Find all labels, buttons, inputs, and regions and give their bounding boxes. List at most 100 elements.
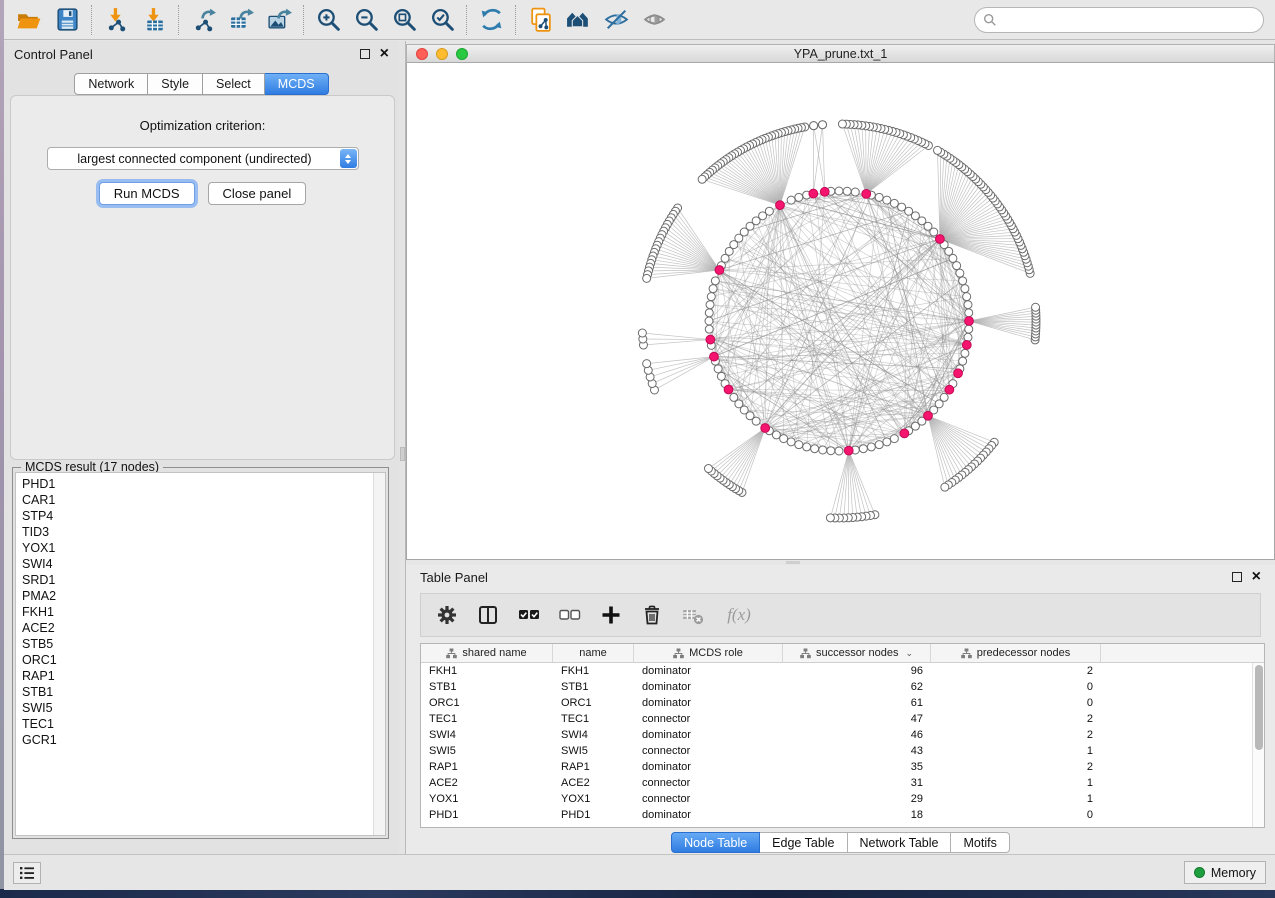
result-list-item[interactable]: CAR1 [22, 492, 371, 508]
mcds-result-group: MCDS result (17 nodes) PHD1CAR1STP4TID3Y… [12, 467, 389, 839]
tab-motifs[interactable]: Motifs [951, 832, 1009, 853]
mcds-result-list[interactable]: PHD1CAR1STP4TID3YOX1SWI4SRD1PMA2FKH1ACE2… [15, 472, 386, 836]
vertical-splitter[interactable] [399, 41, 406, 854]
network-window-titlebar[interactable]: YPA_prune.txt_1 [406, 44, 1275, 63]
table-cell: PHD1 [553, 809, 634, 821]
table-scrollbar[interactable] [1252, 663, 1264, 827]
tab-edge-table[interactable]: Edge Table [760, 832, 847, 853]
float-panel-icon[interactable] [360, 49, 370, 59]
table-row[interactable]: ORC1ORC1dominator610 [421, 695, 1264, 711]
result-list-item[interactable]: RAP1 [22, 668, 371, 684]
tab-network-table[interactable]: Network Table [848, 832, 952, 853]
table-toolbar: f(x) [420, 593, 1261, 637]
result-list-item[interactable]: PHD1 [22, 476, 371, 492]
export-network-icon [190, 6, 217, 33]
result-list-item[interactable]: SWI4 [22, 556, 371, 572]
open-file-button[interactable] [10, 4, 48, 36]
result-list-item[interactable]: YOX1 [22, 540, 371, 556]
column-header-shared-name[interactable]: shared name [421, 644, 553, 662]
import-table-button[interactable] [135, 4, 173, 36]
table-row[interactable]: YOX1YOX1connector291 [421, 791, 1264, 807]
export-network-button[interactable] [184, 4, 222, 36]
table-cell: 1 [931, 777, 1101, 789]
float-table-panel-icon[interactable] [1232, 572, 1242, 582]
result-list-scrollbar[interactable] [373, 473, 385, 835]
add-column-button[interactable] [599, 603, 623, 627]
main-toolbar [4, 0, 1275, 40]
clone-network-button[interactable] [521, 4, 559, 36]
list-icon [19, 866, 35, 880]
zoom-fit-button[interactable] [385, 4, 423, 36]
export-table-button[interactable] [222, 4, 260, 36]
column-header-successor-nodes[interactable]: successor nodes⌄ [783, 644, 931, 662]
network-overview-button[interactable] [559, 4, 597, 36]
result-list-item[interactable]: STB5 [22, 636, 371, 652]
zoom-in-button[interactable] [309, 4, 347, 36]
table-cell: 0 [931, 809, 1101, 821]
network-window-title: YPA_prune.txt_1 [407, 47, 1274, 61]
search-icon [983, 13, 997, 27]
table-scrollbar-thumb[interactable] [1255, 665, 1263, 750]
column-header-MCDS-role[interactable]: MCDS role [634, 644, 783, 662]
show-columns-button[interactable] [476, 603, 500, 627]
table-mode-gear-button[interactable] [435, 603, 459, 627]
close-table-panel-icon[interactable]: × [1252, 572, 1261, 582]
table-row[interactable]: SWI5SWI5connector431 [421, 743, 1264, 759]
hide-panel-button[interactable] [597, 4, 635, 36]
result-list-item[interactable]: ACE2 [22, 620, 371, 636]
result-list-item[interactable]: PMA2 [22, 588, 371, 604]
memory-button[interactable]: Memory [1184, 861, 1266, 884]
search-field[interactable] [974, 7, 1264, 33]
select-all-button[interactable] [517, 603, 541, 627]
table-cell: dominator [634, 681, 783, 693]
result-list-item[interactable]: STP4 [22, 508, 371, 524]
result-list-item[interactable]: GCR1 [22, 732, 371, 748]
delete-columns-button[interactable] [640, 603, 664, 627]
result-list-item[interactable]: FKH1 [22, 604, 371, 620]
criterion-select[interactable]: largest connected component (undirected) [47, 147, 359, 170]
table-row[interactable]: SWI4SWI4dominator462 [421, 727, 1264, 743]
save-session-icon [54, 6, 81, 33]
deselect-all-button[interactable] [558, 603, 582, 627]
tab-style[interactable]: Style [148, 73, 203, 95]
close-panel-button[interactable]: Close panel [208, 182, 307, 205]
task-history-button[interactable] [13, 862, 41, 884]
refresh-network-button[interactable] [472, 4, 510, 36]
result-list-item[interactable]: SRD1 [22, 572, 371, 588]
table-row[interactable]: TEC1TEC1connector472 [421, 711, 1264, 727]
search-input[interactable] [997, 13, 1255, 27]
zoom-out-button[interactable] [347, 4, 385, 36]
column-header-predecessor-nodes[interactable]: predecessor nodes [931, 644, 1101, 662]
show-columns-icon [477, 604, 499, 626]
column-header-name[interactable]: name [553, 644, 634, 662]
select-stepper-icon [340, 149, 357, 168]
network-canvas[interactable] [406, 63, 1275, 560]
import-network-button[interactable] [97, 4, 135, 36]
zoom-selected-button[interactable] [423, 4, 461, 36]
table-cell: YOX1 [421, 793, 553, 805]
save-session-button[interactable] [48, 4, 86, 36]
table-row[interactable]: ACE2ACE2connector311 [421, 775, 1264, 791]
show-panel-button[interactable] [635, 4, 673, 36]
table-row[interactable]: RAP1RAP1dominator352 [421, 759, 1264, 775]
table-row[interactable]: STB1STB1dominator620 [421, 679, 1264, 695]
tab-mcds[interactable]: MCDS [265, 73, 329, 95]
table-cell: connector [634, 713, 783, 725]
result-list-item[interactable]: SWI5 [22, 700, 371, 716]
tab-network[interactable]: Network [74, 73, 148, 95]
table-row[interactable]: FKH1FKH1dominator962 [421, 663, 1264, 679]
tab-select[interactable]: Select [203, 73, 265, 95]
table-row[interactable]: PHD1PHD1dominator180 [421, 807, 1264, 823]
table-cell: dominator [634, 809, 783, 821]
table-cell: SWI5 [553, 745, 634, 757]
result-list-item[interactable]: TID3 [22, 524, 371, 540]
result-list-item[interactable]: STB1 [22, 684, 371, 700]
table-cell: ORC1 [553, 697, 634, 709]
tab-node-table[interactable]: Node Table [671, 832, 760, 853]
close-panel-icon[interactable]: × [380, 49, 389, 59]
result-list-item[interactable]: TEC1 [22, 716, 371, 732]
result-list-item[interactable]: ORC1 [22, 652, 371, 668]
run-mcds-button[interactable]: Run MCDS [99, 182, 195, 205]
export-image-button[interactable] [260, 4, 298, 36]
table-cell: connector [634, 777, 783, 789]
